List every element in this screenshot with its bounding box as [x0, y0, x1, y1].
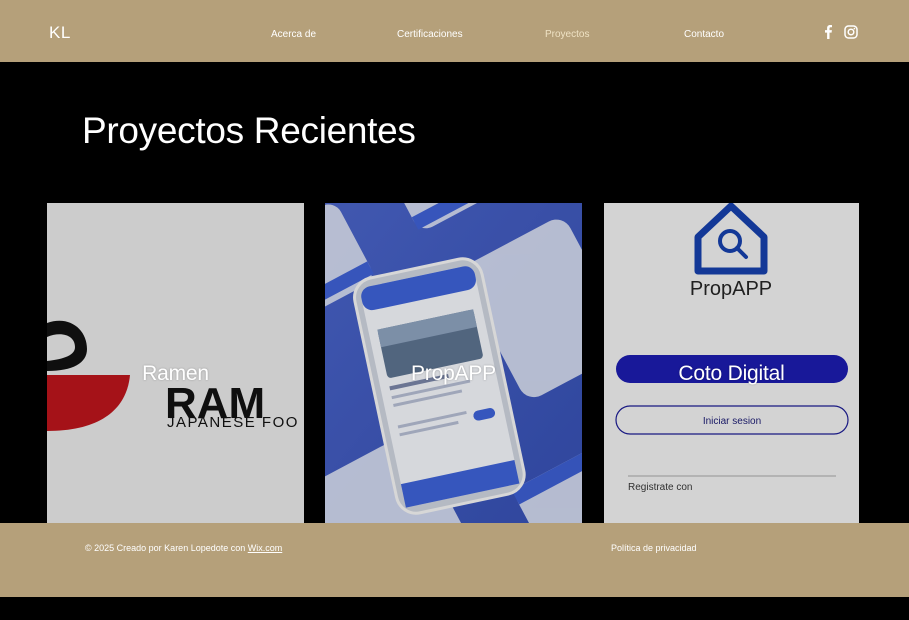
site-header: KL Acerca de Certificaciones Proyectos C…: [0, 0, 909, 62]
project-card-coto-digital[interactable]: PropAPP Iniciar sesion Registrate con Co…: [604, 203, 859, 523]
instagram-icon[interactable]: [843, 24, 859, 40]
site-footer: © 2025 Creado por Karen Lopedote con Wix…: [0, 523, 909, 597]
project-label-coto-digital: Coto Digital: [678, 362, 785, 385]
nav-acerca-de[interactable]: Acerca de: [271, 29, 316, 40]
project-card-ramen[interactable]: RAM JAPANESE FOO Ramen: [47, 203, 304, 523]
copyright-text: © 2025 Creado por Karen Lopedote con Wix…: [85, 543, 282, 553]
nav-contacto[interactable]: Contacto: [684, 29, 724, 40]
privacy-policy-link[interactable]: Política de privacidad: [611, 543, 697, 553]
project-label-propapp: PropAPP: [411, 362, 496, 385]
page-title: Proyectos Recientes: [82, 110, 416, 151]
wix-link[interactable]: Wix.com: [248, 543, 283, 553]
site-logo[interactable]: KL: [49, 23, 71, 43]
facebook-icon[interactable]: [820, 24, 836, 40]
copyright-prefix: © 2025 Creado por Karen Lopedote con: [85, 543, 248, 553]
project-label-ramen: Ramen: [142, 362, 209, 385]
project-card-propapp[interactable]: PropAPP: [325, 203, 582, 523]
nav-proyectos[interactable]: Proyectos: [545, 29, 589, 40]
nav-certificaciones[interactable]: Certificaciones: [397, 29, 463, 40]
